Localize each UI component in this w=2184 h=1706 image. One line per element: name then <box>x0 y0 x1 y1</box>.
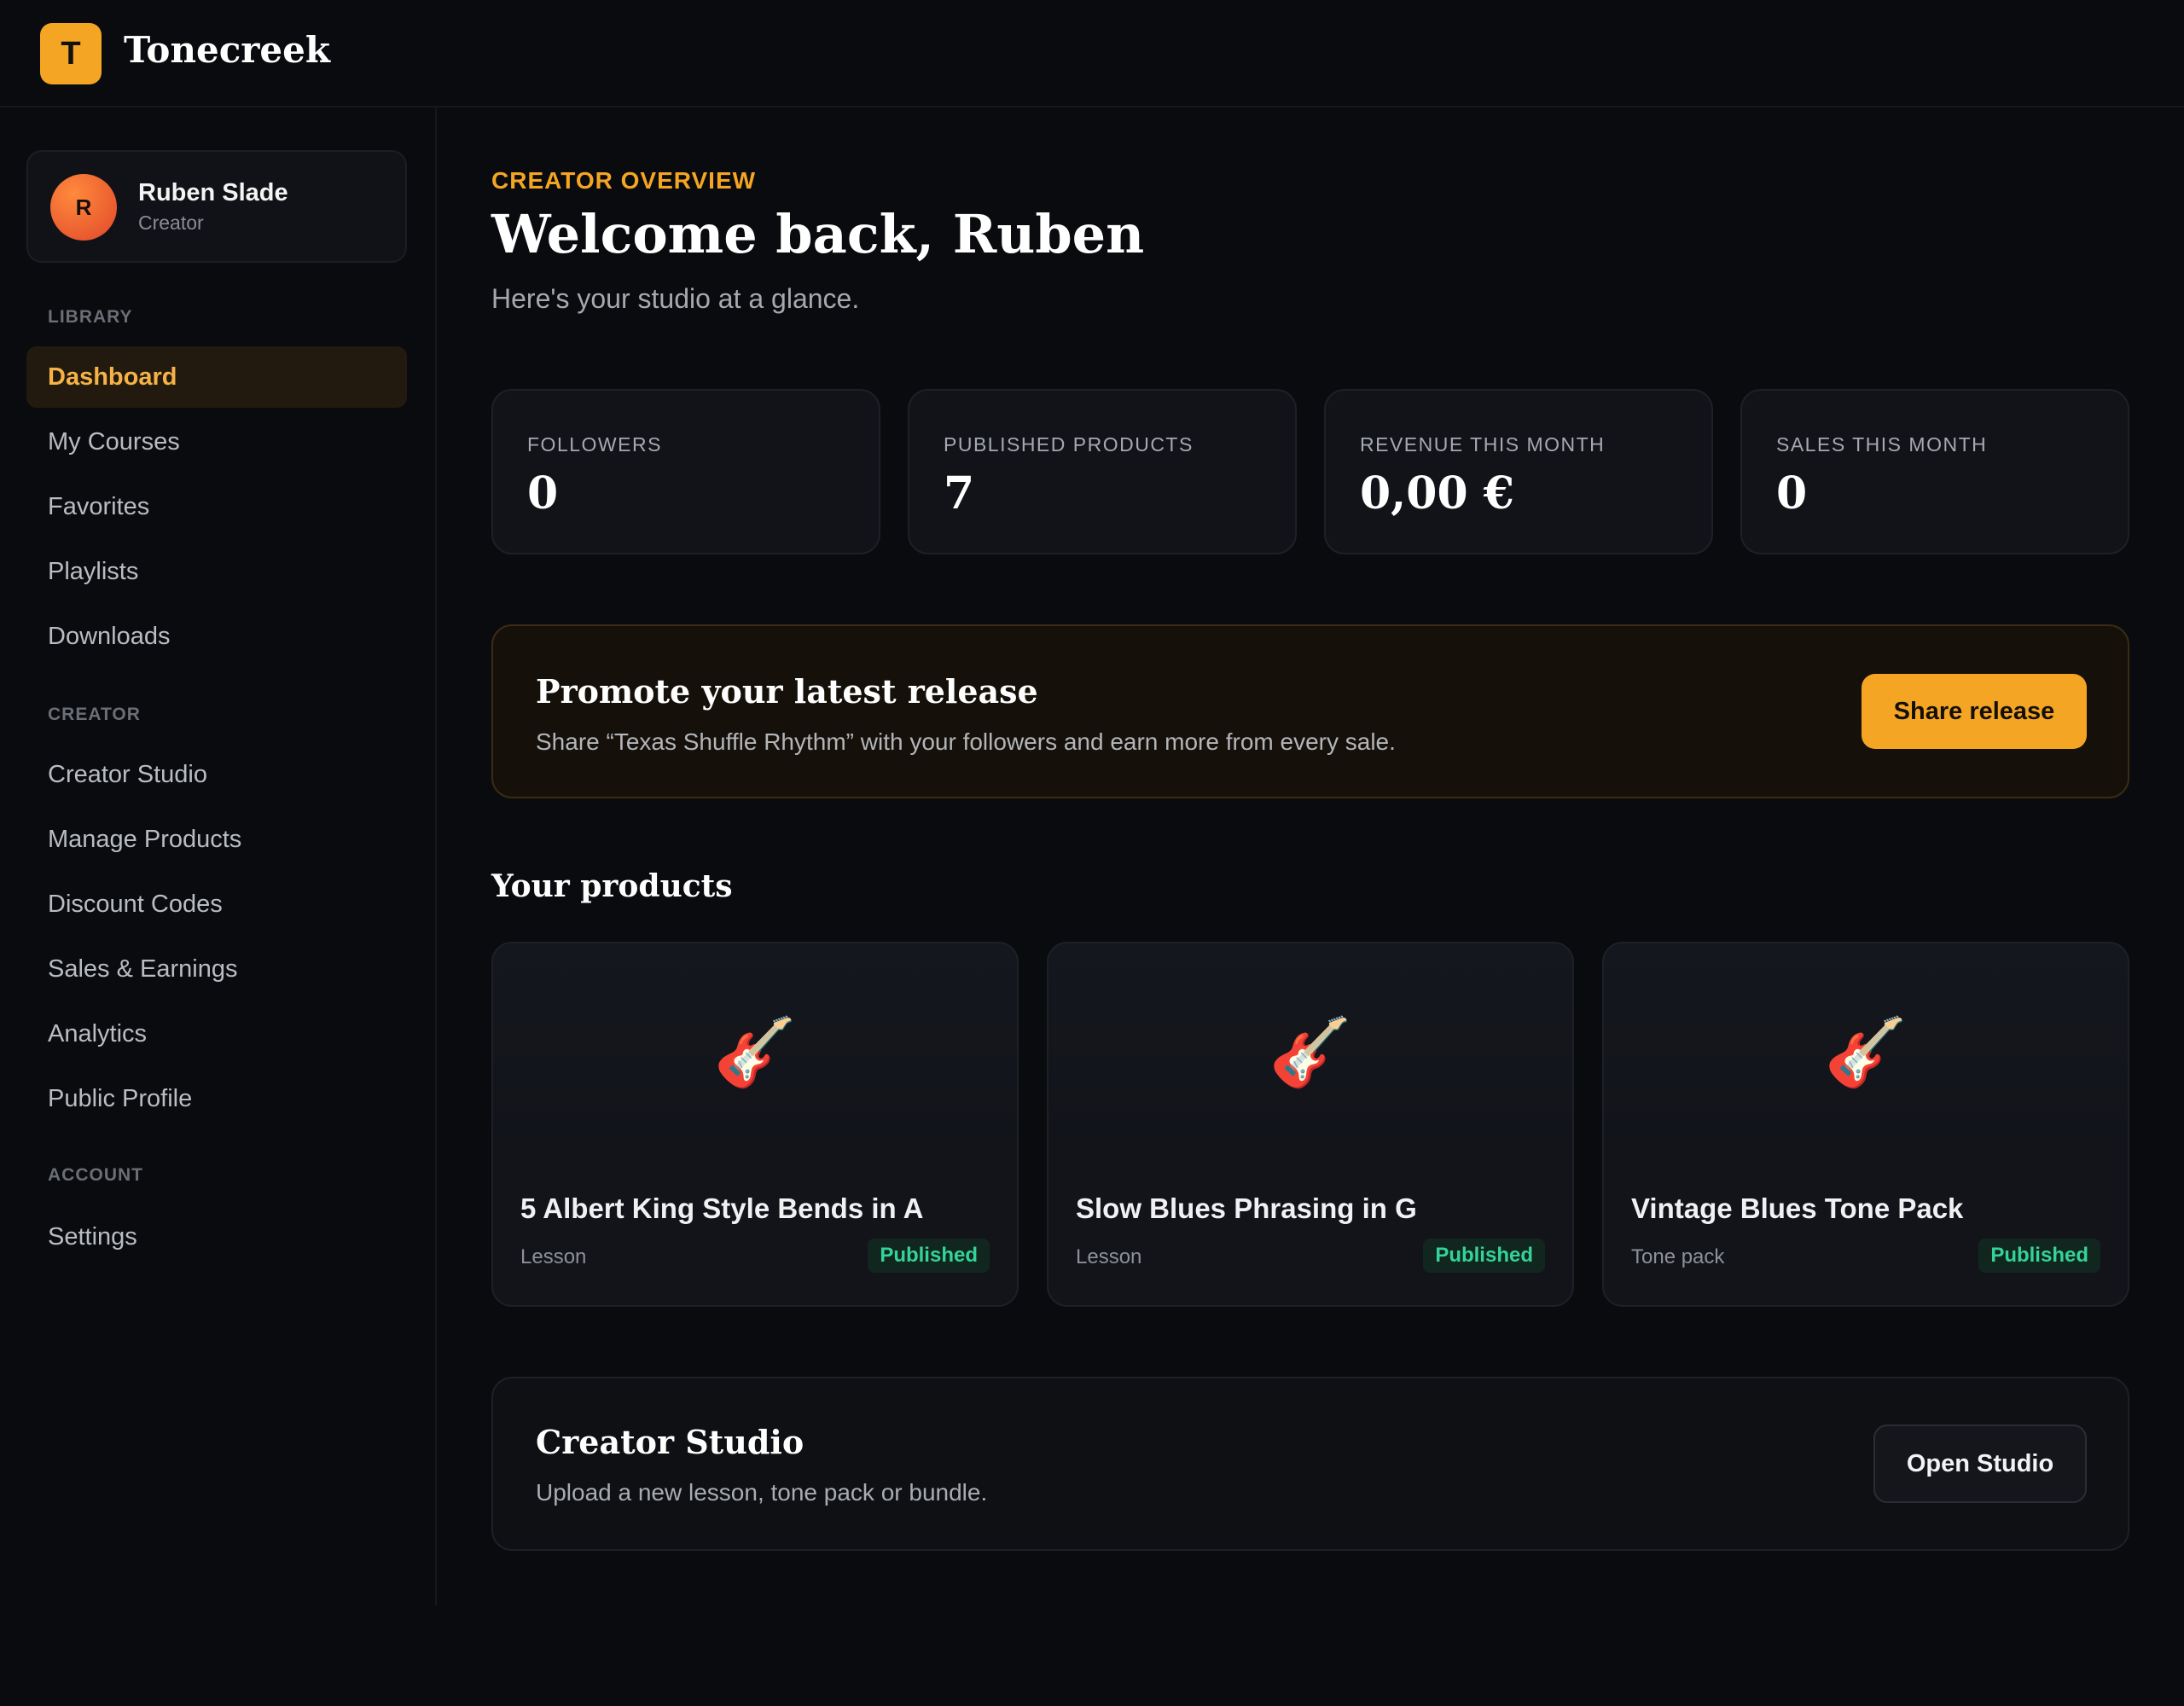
user-role: Creator <box>138 212 204 234</box>
sidebar-item-favorites[interactable]: Favorites <box>26 476 407 537</box>
page-title: Welcome back, Ruben <box>491 203 1145 265</box>
stat-label: SALES THIS MONTH <box>1776 433 1988 456</box>
product-thumbnail: 🎸 <box>1048 943 1572 1162</box>
product-type: Tone pack <box>1631 1245 1725 1268</box>
creator-studio-card: Creator Studio Upload a new lesson, tone… <box>491 1377 2129 1551</box>
promo-title: Promote your latest release <box>536 672 1038 711</box>
sidebar-item-discount-codes[interactable]: Discount Codes <box>26 873 407 935</box>
stat-label: PUBLISHED PRODUCTS <box>944 433 1194 456</box>
sidebar-item-manage-products[interactable]: Manage Products <box>26 809 407 870</box>
product-card[interactable]: 🎸 Slow Blues Phrasing in G Lesson Publis… <box>1047 942 1574 1307</box>
page-eyebrow: CREATOR OVERVIEW <box>491 167 757 194</box>
sidebar-item-public-profile[interactable]: Public Profile <box>26 1068 407 1129</box>
studio-text: Upload a new lesson, tone pack or bundle… <box>536 1479 988 1506</box>
sidebar: R Ruben Slade Creator LIBRARY Dashboard … <box>0 107 437 1605</box>
studio-title: Creator Studio <box>536 1423 804 1461</box>
product-name: Vintage Blues Tone Pack <box>1631 1192 1964 1224</box>
sidebar-item-analytics[interactable]: Analytics <box>26 1003 407 1065</box>
product-thumbnail: 🎸 <box>1604 943 2128 1162</box>
promo-text: Share “Texas Shuffle Rhythm” with your f… <box>536 728 1396 755</box>
status-badge: Published <box>1978 1239 2100 1273</box>
status-badge: Published <box>868 1239 990 1273</box>
product-type: Lesson <box>1076 1245 1142 1268</box>
stat-card-published-products: PUBLISHED PRODUCTS 7 <box>908 389 1297 554</box>
nav-section-account: ACCOUNT <box>48 1165 143 1185</box>
sidebar-item-my-courses[interactable]: My Courses <box>26 411 407 473</box>
sidebar-item-dashboard[interactable]: Dashboard <box>26 346 407 408</box>
guitar-icon: 🎸 <box>1824 1014 1908 1089</box>
nav-section-creator: CREATOR <box>48 705 141 724</box>
stat-label: REVENUE THIS MONTH <box>1360 433 1606 456</box>
stat-value: 0 <box>1776 467 1808 519</box>
stat-card-revenue: REVENUE THIS MONTH 0,00 € <box>1324 389 1713 554</box>
sidebar-item-sales-earnings[interactable]: Sales & Earnings <box>26 938 407 1000</box>
user-card[interactable]: R Ruben Slade Creator <box>26 150 407 263</box>
brand-name[interactable]: Tonecreek <box>124 29 330 71</box>
product-card[interactable]: 🎸 Vintage Blues Tone Pack Tone pack Publ… <box>1602 942 2129 1307</box>
top-bar: T Tonecreek <box>0 0 2184 107</box>
nav-section-library: LIBRARY <box>48 307 133 327</box>
guitar-icon: 🎸 <box>713 1014 797 1089</box>
logo-mark[interactable]: T <box>40 23 102 84</box>
promo-banner: Promote your latest release Share “Texas… <box>491 624 2129 798</box>
product-type: Lesson <box>520 1245 587 1268</box>
user-name: Ruben Slade <box>138 179 288 206</box>
sidebar-item-playlists[interactable]: Playlists <box>26 541 407 602</box>
stat-label: FOLLOWERS <box>527 433 662 456</box>
product-name: 5 Albert King Style Bends in A <box>520 1192 924 1224</box>
stat-value: 7 <box>944 467 975 519</box>
product-card[interactable]: 🎸 5 Albert King Style Bends in A Lesson … <box>491 942 1019 1307</box>
stat-card-sales: SALES THIS MONTH 0 <box>1740 389 2129 554</box>
sidebar-item-downloads[interactable]: Downloads <box>26 606 407 667</box>
page-subtitle: Here's your studio at a glance. <box>491 283 860 314</box>
stat-value: 0 <box>527 467 559 519</box>
stat-value: 0,00 € <box>1360 467 1514 519</box>
status-badge: Published <box>1423 1239 1545 1273</box>
product-thumbnail: 🎸 <box>493 943 1017 1162</box>
sidebar-item-settings[interactable]: Settings <box>26 1206 407 1268</box>
avatar: R <box>50 174 117 241</box>
open-studio-button[interactable]: Open Studio <box>1873 1425 2087 1503</box>
guitar-icon: 🎸 <box>1269 1014 1352 1089</box>
products-section-title: Your products <box>491 868 733 904</box>
sidebar-item-creator-studio[interactable]: Creator Studio <box>26 744 407 805</box>
stat-card-followers: FOLLOWERS 0 <box>491 389 880 554</box>
share-release-button[interactable]: Share release <box>1862 674 2087 749</box>
product-name: Slow Blues Phrasing in G <box>1076 1192 1417 1224</box>
